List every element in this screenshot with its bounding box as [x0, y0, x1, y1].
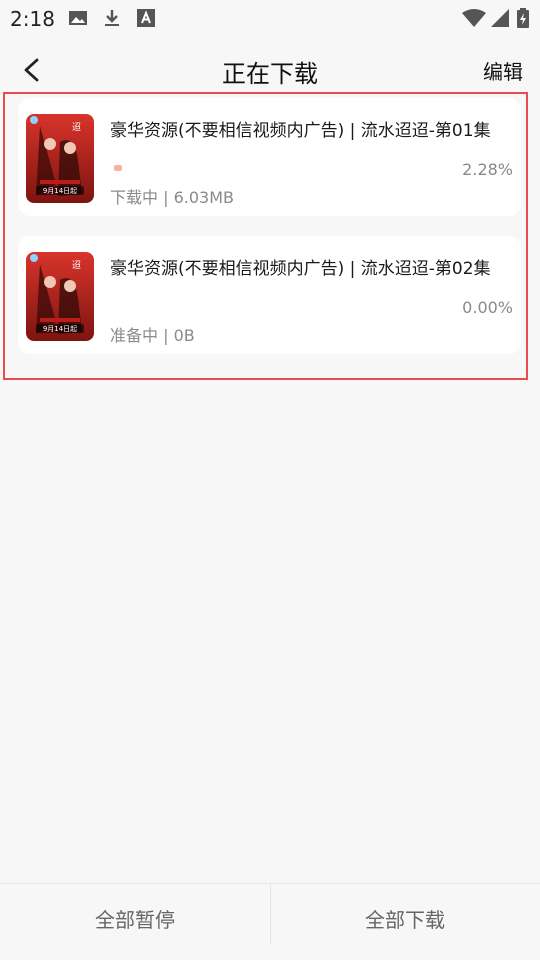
download-percent: 0.00%	[462, 298, 513, 317]
text-icon	[137, 9, 155, 27]
signal-icon	[491, 9, 509, 27]
download-status: 准备中 | 0B	[110, 326, 195, 345]
wifi-icon	[462, 9, 486, 27]
download-percent: 2.28%	[462, 160, 513, 179]
download-progress-bar	[114, 165, 122, 171]
footer-bar: 全部暂停 全部下载	[0, 883, 540, 960]
download-icon	[105, 10, 119, 26]
download-title: 豪华资源(不要相信视频内广告) | 流水迢迢-第02集	[110, 259, 491, 279]
image-icon	[69, 11, 87, 25]
pause-all-button[interactable]: 全部暂停	[0, 904, 270, 933]
svg-text:迢: 迢	[72, 260, 81, 270]
edit-button[interactable]: 编辑	[483, 56, 523, 85]
page-title: 正在下载	[222, 60, 318, 88]
download-item[interactable]: 迢 9月14日起 豪华资源(不要相信视频内广告) | 流水迢迢-第01集 2.2…	[18, 98, 521, 216]
download-status: 下载中 | 6.03MB	[110, 188, 234, 207]
poster-thumbnail: 迢 9月14日起	[26, 114, 94, 203]
svg-text:迢: 迢	[72, 122, 81, 132]
status-time: 2:18	[10, 7, 55, 31]
download-title: 豪华资源(不要相信视频内广告) | 流水迢迢-第01集	[110, 121, 491, 141]
download-all-button[interactable]: 全部下载	[270, 904, 540, 933]
download-item[interactable]: 迢 9月14日起 豪华资源(不要相信视频内广告) | 流水迢迢-第02集 0.0…	[18, 236, 521, 354]
poster-badge: 9月14日起	[43, 325, 77, 333]
poster-thumbnail: 迢 9月14日起	[26, 252, 94, 341]
battery-icon	[517, 8, 529, 28]
poster-badge: 9月14日起	[43, 187, 77, 195]
header: 正在下载 编辑	[0, 36, 540, 100]
status-bar: 2:18	[0, 0, 540, 36]
